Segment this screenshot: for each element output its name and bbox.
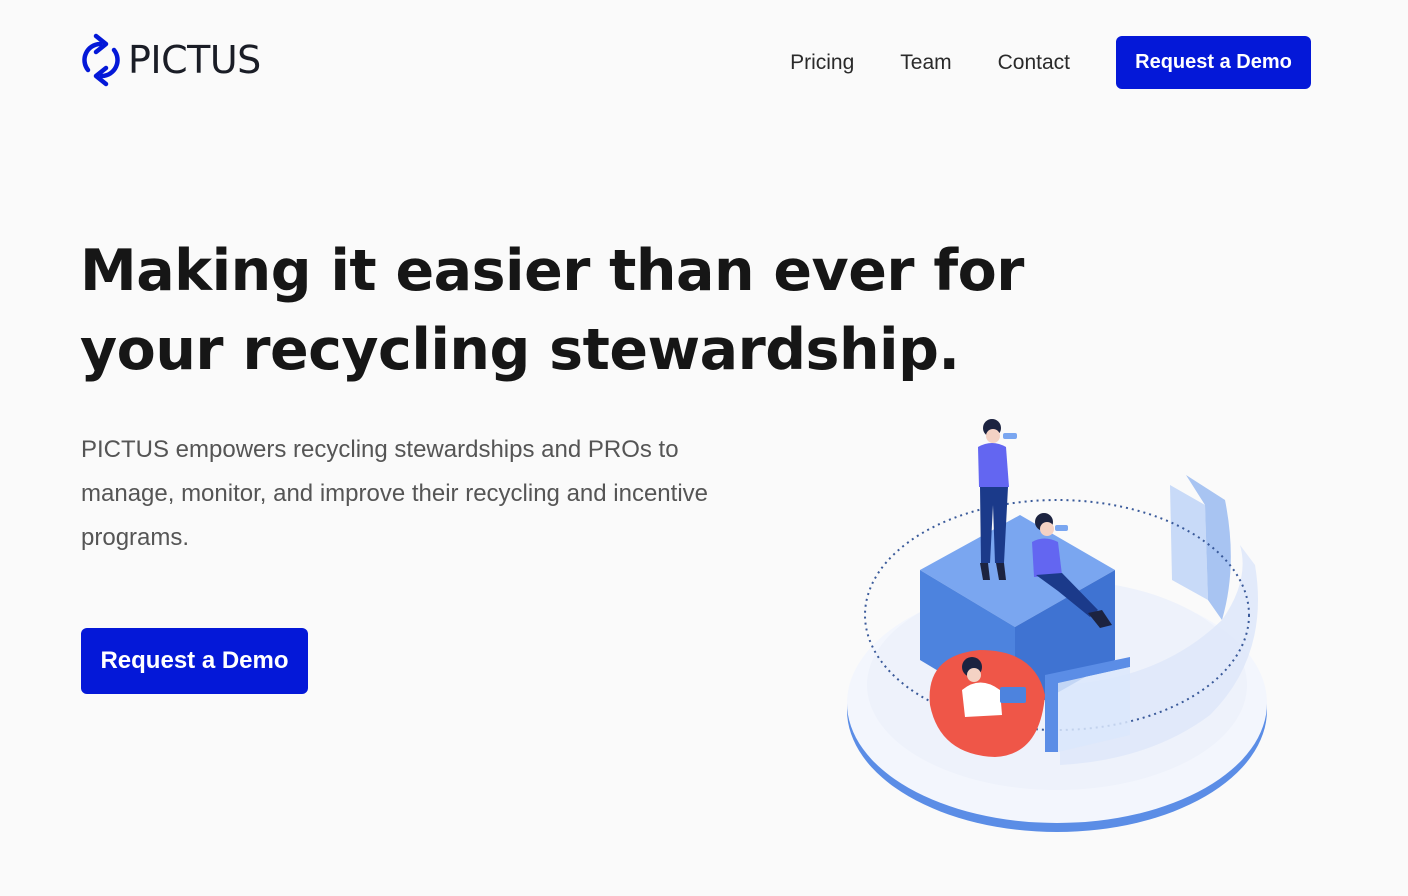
main-nav: Pricing Team Contact Request a Demo: [790, 36, 1311, 89]
hero-subtitle: PICTUS empowers recycling stewardships a…: [81, 436, 708, 551]
nav-link-pricing[interactable]: Pricing: [790, 51, 854, 75]
glass-panel-back: [1170, 485, 1208, 600]
recycle-arrows-icon: [82, 33, 120, 87]
nav-link-team[interactable]: Team: [900, 51, 951, 75]
logo[interactable]: PICTUS: [80, 32, 261, 88]
header-request-demo-button[interactable]: Request a Demo: [1116, 36, 1311, 89]
site-header: PICTUS Pricing Team Contact Request a De…: [0, 0, 1408, 125]
hero-illustration: [847, 419, 1267, 832]
nav-link-contact[interactable]: Contact: [998, 51, 1070, 75]
hero-title: Making it easier than ever for your recy…: [80, 238, 1024, 383]
logo-text: PICTUS: [128, 38, 261, 82]
hero-request-demo-button[interactable]: Request a Demo: [81, 628, 308, 694]
